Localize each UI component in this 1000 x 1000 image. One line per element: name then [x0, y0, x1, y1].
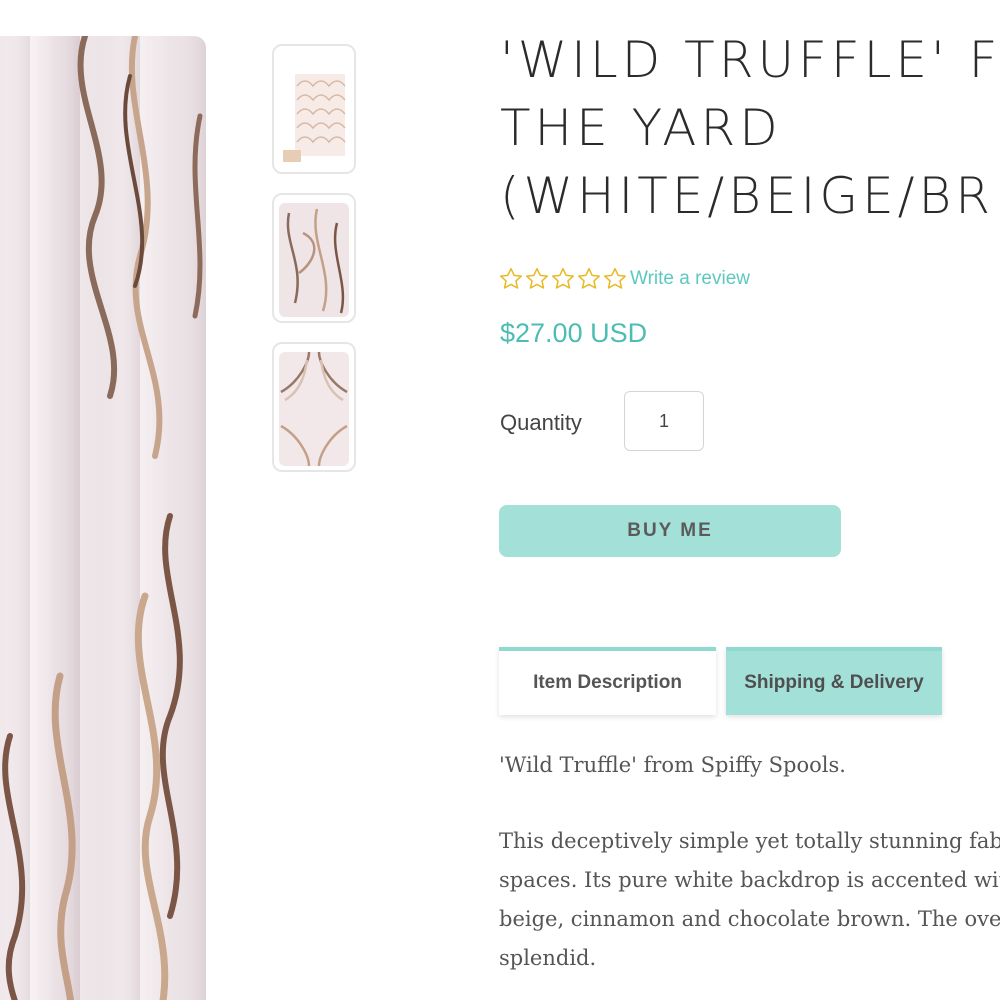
product-price: $27.00 USD: [500, 318, 648, 348]
star-outline-icon: [603, 267, 627, 289]
description-body: This deceptively simple yet totally stun…: [499, 822, 1000, 978]
thumbnail-fabric-pattern-closeup[interactable]: [272, 342, 356, 472]
star-outline-icon: [551, 267, 575, 289]
description-line: This deceptively simple yet totally stun…: [499, 829, 1000, 853]
product-title-line: 'WILD TRUFFLE' F: [500, 31, 1000, 89]
description-intro: 'Wild Truffle' from Spiffy Spools.: [499, 753, 846, 777]
description-line: splendid.: [499, 946, 597, 970]
product-title-line: (WHITE/BEIGE/BR: [500, 167, 995, 225]
description-line: spaces. Its pure white backdrop is accen…: [499, 868, 1000, 892]
product-title-line: THE YARD: [500, 99, 782, 157]
product-main-image: [0, 36, 206, 1000]
write-review-link[interactable]: Write a review: [630, 268, 750, 290]
star-outline-icon: [525, 267, 549, 289]
fabric-roll-thumbnail: [283, 74, 346, 162]
fabric-drape-thumbnail: [279, 203, 349, 317]
quantity-label: Quantity: [500, 410, 582, 435]
buy-button[interactable]: BUY ME: [499, 505, 841, 557]
quantity-input[interactable]: [624, 391, 704, 451]
description-line: beige, cinnamon and chocolate brown. The…: [499, 907, 1000, 931]
product-title: 'WILD TRUFFLE' F THE YARD (WHITE/BEIGE/B…: [500, 26, 1000, 230]
fabric-drape-illustration: [0, 36, 206, 1000]
tab-item-description[interactable]: Item Description: [499, 647, 716, 715]
tab-shipping-delivery[interactable]: Shipping & Delivery: [726, 647, 942, 715]
fabric-pattern-closeup-thumbnail: [279, 352, 349, 466]
thumbnail-fabric-roll[interactable]: [272, 44, 356, 174]
product-rating: Write a review: [498, 266, 750, 292]
thumbnail-fabric-drape[interactable]: [272, 193, 356, 323]
star-outline-icon: [499, 267, 523, 289]
star-outline-icon: [577, 267, 601, 289]
